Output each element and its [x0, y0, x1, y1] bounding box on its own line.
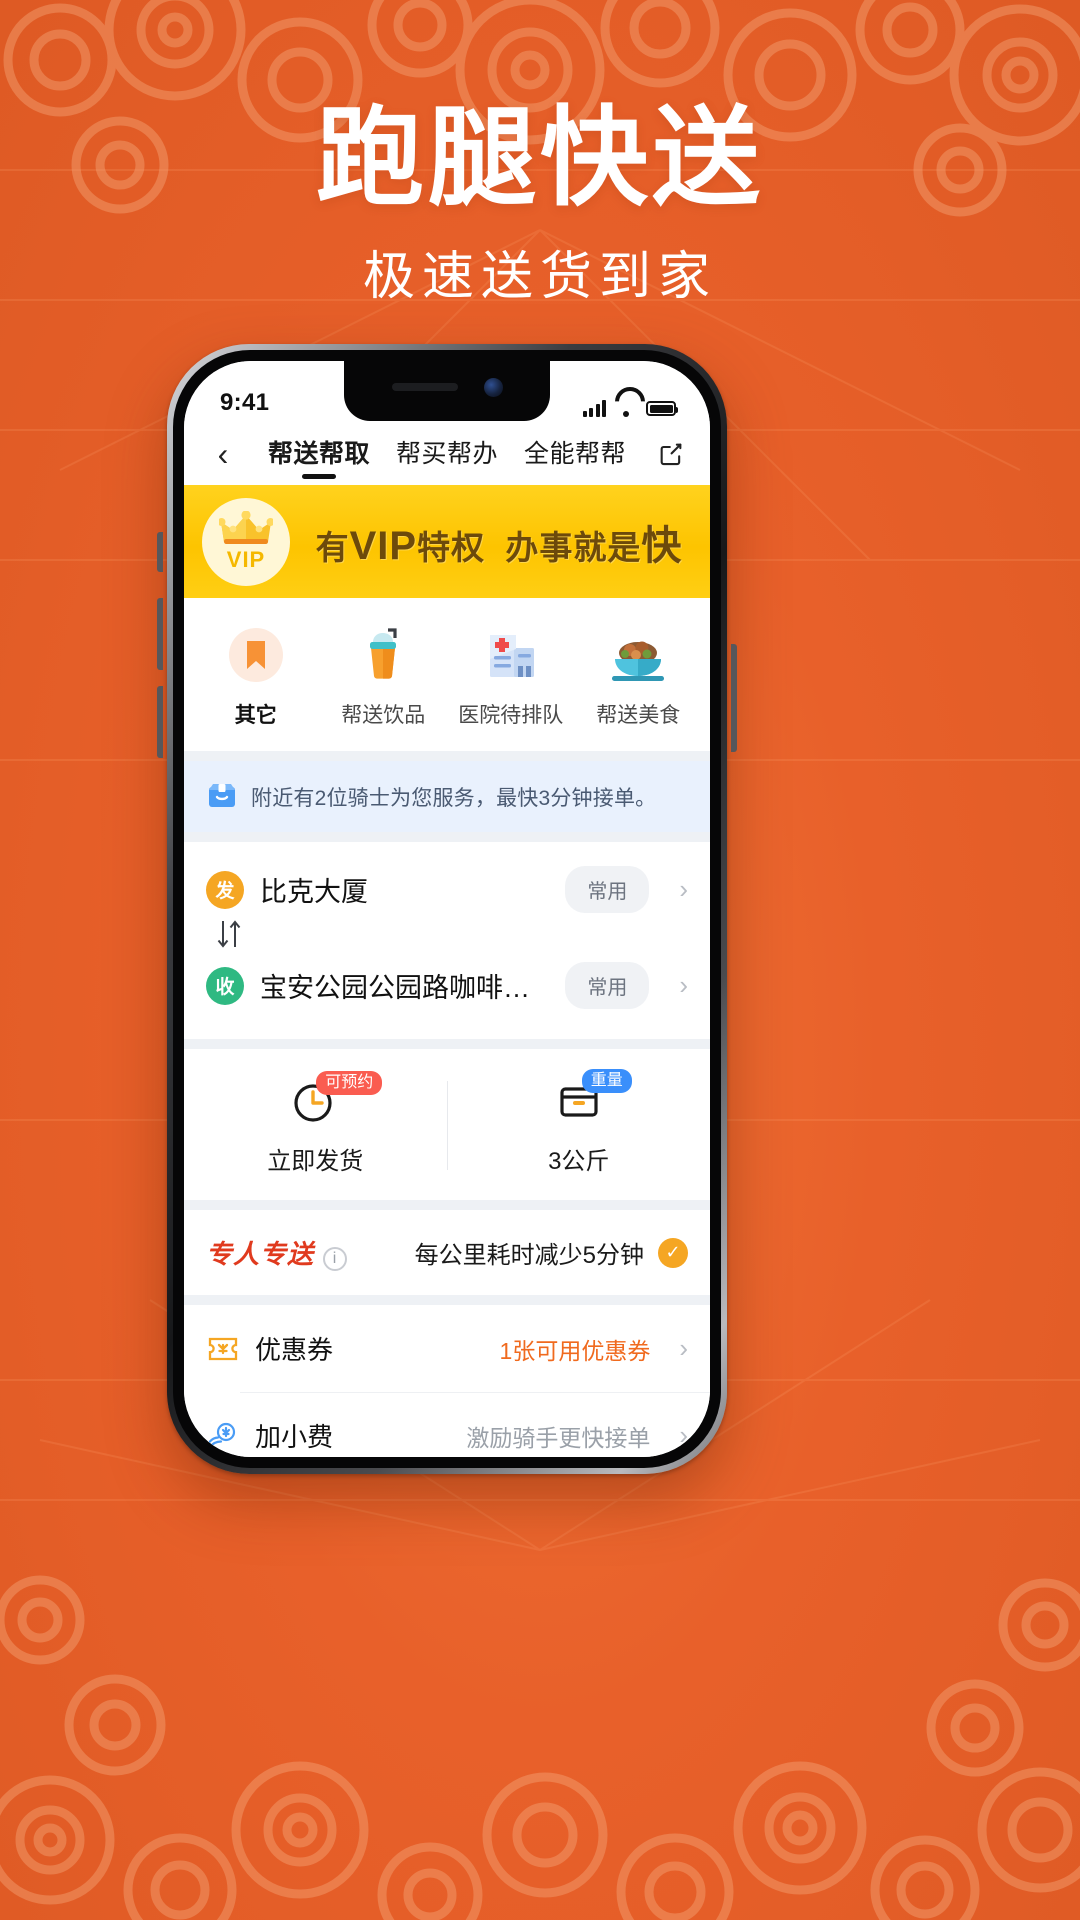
rider-notice-text: 附近有2位骑士为您服务，最快3分钟接单。 [251, 786, 657, 810]
coupon-row[interactable]: 优惠券 1张可用优惠券 › [184, 1305, 710, 1392]
coupon-value: 1张可用优惠券 [499, 1337, 651, 1364]
category-label: 医院待排队 [458, 704, 564, 727]
options-card: 优惠券 1张可用优惠券 › 加小费 激励骑手更快接单 › [184, 1305, 710, 1457]
food-bowl-icon [607, 624, 669, 686]
phone-bezel: 9:41 ‹ 帮送帮取 帮买帮办 全能帮帮 VIP 有VIP特权 办事就是快 其… [173, 350, 721, 1468]
chevron-right-icon: › [679, 874, 688, 904]
back-button[interactable]: ‹ [206, 438, 240, 470]
clock-icon: 可预约 [280, 1071, 383, 1127]
info-circle-icon[interactable]: i [323, 1247, 348, 1271]
vip-text-part2: 特权 [417, 528, 486, 566]
top-nav-bar: ‹ 帮送帮取 帮买帮办 全能帮帮 [184, 423, 710, 485]
status-indicators [582, 400, 678, 417]
express-row[interactable]: 专人专送 i 每公里耗时减少5分钟 ✓ [184, 1210, 710, 1295]
express-badge-label: 专人专送 [206, 1239, 315, 1269]
phone-notch [344, 361, 550, 421]
drink-cup-icon [352, 624, 414, 686]
weight-badge: 重量 [581, 1069, 632, 1093]
status-time: 9:41 [220, 389, 270, 416]
phone-silent-switch [157, 532, 163, 572]
phone-volume-down-button [157, 686, 163, 758]
chevron-right-icon: › [679, 1333, 688, 1363]
express-description: 每公里耗时减少5分钟 [414, 1242, 644, 1269]
phone-mockup: 9:41 ‹ 帮送帮取 帮买帮办 全能帮帮 VIP 有VIP特权 办事就是快 其… [157, 344, 737, 1474]
receiver-common-tag[interactable]: 常用 [565, 962, 650, 1009]
vip-badge: VIP [202, 497, 290, 586]
category-hospital-queue[interactable]: 医院待排队 [447, 624, 575, 729]
share-icon[interactable] [654, 437, 688, 471]
earpiece-speaker [391, 383, 458, 391]
vip-banner[interactable]: VIP 有VIP特权 办事就是快 [184, 485, 710, 598]
delivery-time-label: 立即发货 [267, 1148, 364, 1175]
category-label: 帮送饮品 [341, 704, 426, 727]
crown-icon [219, 510, 273, 544]
delivery-time-option[interactable]: 可预约 立即发货 [184, 1071, 447, 1176]
check-circle-icon[interactable]: ✓ [658, 1237, 688, 1268]
phone-power-button [731, 644, 737, 752]
category-label: 其它 [234, 704, 277, 727]
address-section: 发 比克大厦 常用 › 收 宝安公园公园路咖啡馆… 常用 › [184, 842, 710, 1039]
time-weight-card: 可预约 立即发货 重量 3公斤 [184, 1049, 710, 1200]
address-card: 发 比克大厦 常用 › 收 宝安公园公园路咖啡馆… 常用 › [184, 842, 710, 1039]
sender-badge: 发 [206, 870, 244, 909]
vip-text-part1: 有 [315, 528, 350, 566]
tip-row[interactable]: 加小费 激励骑手更快接单 › [184, 1392, 710, 1457]
battery-icon [646, 401, 678, 416]
receiver-badge: 收 [206, 966, 244, 1005]
coupon-label: 优惠券 [255, 1335, 334, 1365]
tab-quanneng-bangbang[interactable]: 全能帮帮 [524, 434, 626, 475]
coupon-icon [206, 1332, 240, 1366]
vip-text-part3: 办事就是 [505, 528, 642, 566]
express-card: 专人专送 i 每公里耗时减少5分钟 ✓ [184, 1210, 710, 1295]
time-weight-row: 可预约 立即发货 重量 3公斤 [184, 1049, 710, 1200]
package-smile-icon [206, 778, 238, 815]
category-food[interactable]: 帮送美食 [575, 624, 703, 729]
tip-value: 激励骑手更快接单 [466, 1424, 651, 1451]
cloud-pattern-bottom-icon [0, 1575, 1080, 1920]
tip-money-icon [206, 1419, 240, 1453]
bookmark-icon [225, 624, 287, 686]
rider-notice-bar: 附近有2位骑士为您服务，最快3分钟接单。 [184, 761, 710, 832]
category-list: 其它 帮送饮品 医院待排队 帮送美食 [184, 598, 710, 751]
hero-section: 跑腿快送 极速送货到家 [0, 96, 1080, 309]
wifi-icon [615, 400, 637, 417]
schedulable-badge: 可预约 [316, 1071, 383, 1095]
hospital-icon [480, 624, 542, 686]
signal-bars-icon [582, 400, 606, 417]
tab-bangmai-bangban[interactable]: 帮买帮办 [396, 434, 498, 475]
category-card: 其它 帮送饮品 医院待排队 帮送美食 [184, 598, 710, 751]
vip-banner-text: 有VIP特权 办事就是快 [306, 513, 692, 571]
sender-address-name: 比克大厦 [260, 877, 368, 907]
front-camera-icon [483, 377, 503, 397]
box-weight-icon: 重量 [544, 1069, 632, 1127]
receiver-address-row[interactable]: 收 宝安公园公园路咖啡馆… 常用 › [184, 942, 710, 1029]
chevron-right-icon: › [679, 1420, 688, 1450]
express-badge: 专人专送 i [206, 1234, 348, 1271]
category-other[interactable]: 其它 [192, 624, 320, 729]
receiver-address-name: 宝安公园公园路咖啡馆… [260, 973, 550, 1003]
weight-label: 3公斤 [548, 1148, 610, 1175]
weight-option[interactable]: 重量 3公斤 [448, 1069, 711, 1176]
chevron-right-icon: › [679, 970, 688, 1000]
sender-common-tag[interactable]: 常用 [565, 866, 650, 913]
nav-tabs: 帮送帮取 帮买帮办 全能帮帮 [240, 434, 654, 475]
tab-bangsong-bangqu[interactable]: 帮送帮取 [268, 434, 370, 475]
page-title: 跑腿快送 [315, 97, 764, 218]
phone-screen: 9:41 ‹ 帮送帮取 帮买帮办 全能帮帮 VIP 有VIP特权 办事就是快 其… [184, 361, 710, 1457]
category-label: 帮送美食 [596, 704, 681, 727]
vip-text-vip: VIP [349, 523, 418, 568]
phone-volume-up-button [157, 598, 163, 670]
vip-label: VIP [226, 546, 266, 572]
page-subtitle: 极速送货到家 [362, 248, 717, 307]
vip-text-emph: 快 [641, 523, 683, 568]
category-drinks[interactable]: 帮送饮品 [320, 624, 448, 729]
tip-label: 加小费 [255, 1422, 334, 1452]
